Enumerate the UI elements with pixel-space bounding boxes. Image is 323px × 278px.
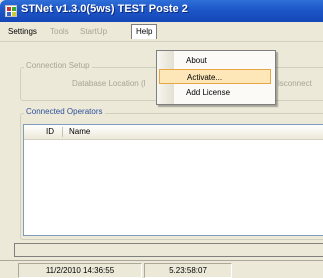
menu-tools[interactable]: Tools <box>50 25 69 39</box>
operators-list[interactable]: ID Name <box>23 124 323 236</box>
menu-help[interactable]: Help <box>131 24 158 39</box>
menu-bar: Settings Tools StartUp Help <box>0 22 323 42</box>
column-id[interactable]: ID <box>46 126 54 138</box>
menu-item-activate[interactable]: Activate... <box>159 69 271 84</box>
connection-setup-title: Connection Setup <box>24 61 92 70</box>
window-title: STNet v1.3.0(5ws) TEST Poste 2 <box>21 3 188 15</box>
title-bar[interactable]: STNet v1.3.0(5ws) TEST Poste 2 <box>0 0 323 22</box>
menu-item-about[interactable]: About <box>159 53 271 68</box>
app-icon[interactable] <box>5 5 17 17</box>
app-window: STNet v1.3.0(5ws) TEST Poste 2 Settings … <box>0 0 323 278</box>
status-datetime: 11/2/2010 14:36:55 <box>18 263 142 278</box>
help-dropdown: About Activate... Add License <box>156 50 276 105</box>
menu-item-add-license[interactable]: Add License <box>159 85 271 100</box>
disconnect-button[interactable]: isconnect <box>278 79 312 88</box>
column-divider[interactable] <box>62 127 63 137</box>
connected-operators-title: Connected Operators <box>24 107 105 116</box>
database-location-label: Database Location (l <box>72 79 146 88</box>
menu-settings[interactable]: Settings <box>8 25 37 39</box>
status-uptime: 5.23:58:07 <box>144 263 232 278</box>
column-name[interactable]: Name <box>69 126 90 138</box>
status-bar: 11/2/2010 14:36:55 5.23:58:07 <box>0 260 323 278</box>
list-header: ID Name <box>24 125 323 140</box>
menu-startup[interactable]: StartUp <box>80 25 107 39</box>
bottom-panel <box>14 243 323 257</box>
